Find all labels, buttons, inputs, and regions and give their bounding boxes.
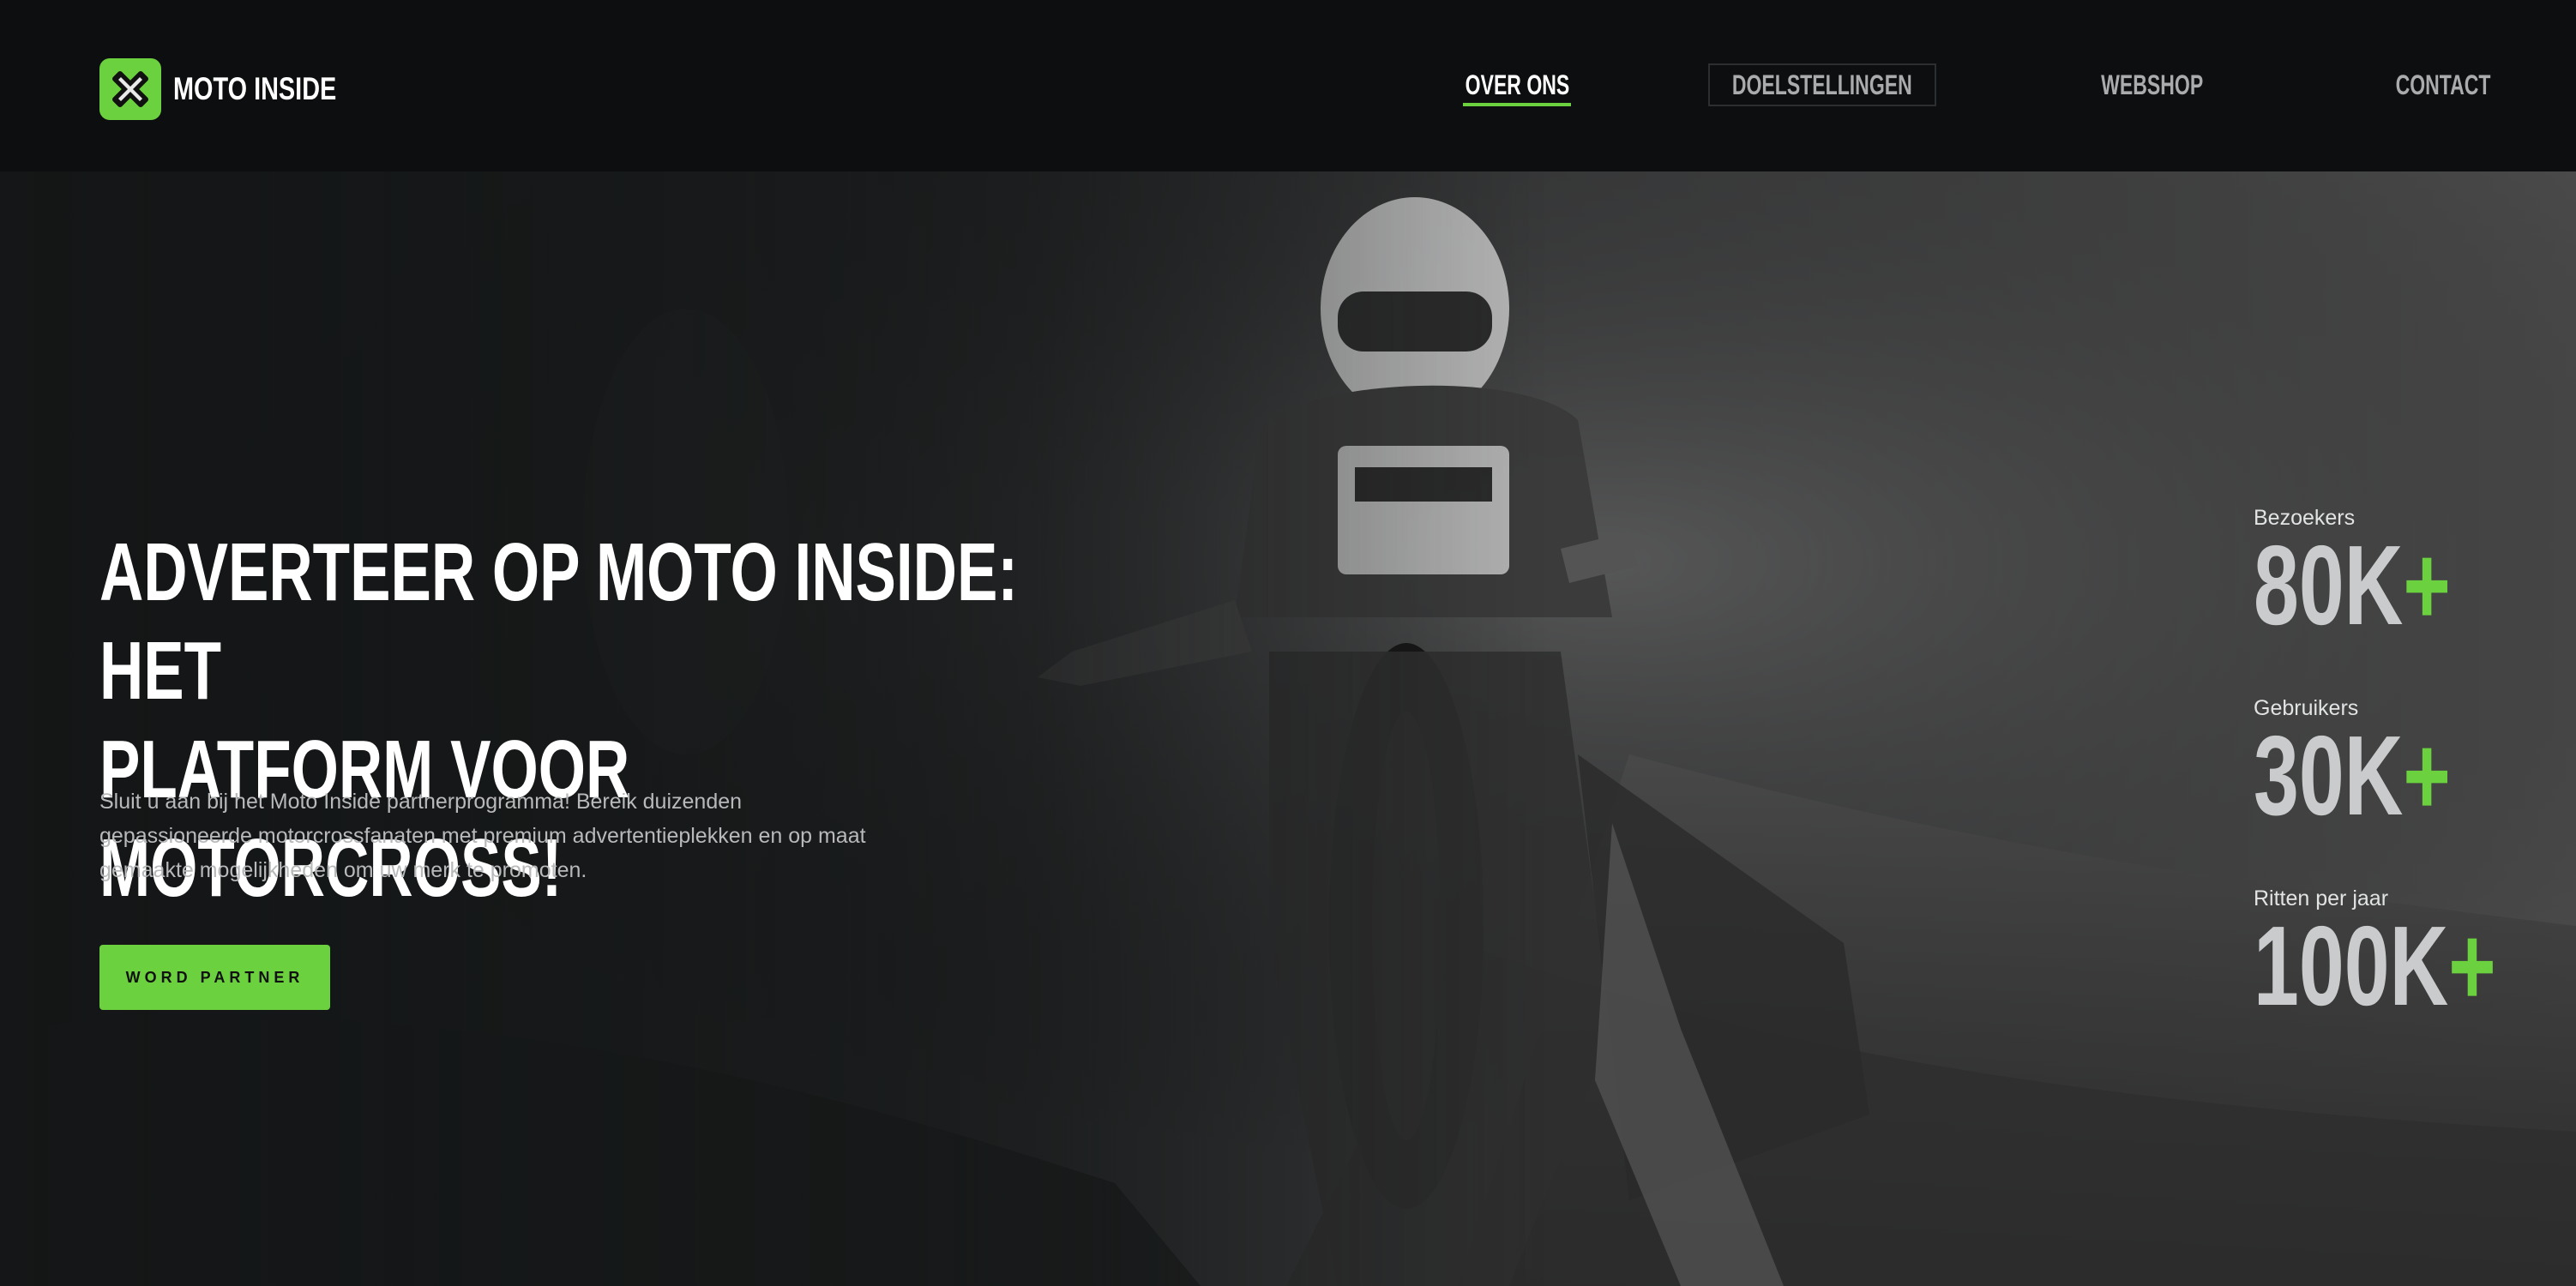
- stat-ritten-per-jaar: Ritten per jaar 100K+: [2254, 886, 2576, 1029]
- stat-bezoekers: Bezoekers 80K+: [2254, 506, 2527, 648]
- nav-item-contact[interactable]: CONTACT: [2392, 63, 2494, 106]
- nav-item-over-ons[interactable]: OVER ONS: [1463, 63, 1571, 106]
- hero-description: Sluit u aan bij het Moto Inside partnerp…: [99, 790, 866, 882]
- nav-item-webshop[interactable]: WEBSHOP: [2099, 63, 2206, 106]
- stat-plus: +: [2448, 903, 2496, 1029]
- brand-logo[interactable]: MOTO INSIDE: [99, 58, 382, 120]
- stat-gebruikers: Gebruikers 30K+: [2254, 696, 2527, 838]
- stat-plus: +: [2403, 712, 2451, 838]
- word-partner-button[interactable]: WORD PARTNER: [99, 945, 330, 1010]
- stat-plus: +: [2403, 522, 2451, 648]
- brand-name: MOTO INSIDE: [173, 71, 337, 106]
- hero-section: ADVERTEER OP MOTO INSIDE: HET PLATFORM V…: [0, 171, 2576, 1286]
- stat-value: 80K+: [2254, 522, 2451, 648]
- site-header: MOTO INSIDE OVER ONS DOELSTELLINGEN WEBS…: [0, 0, 2576, 171]
- nav-item-doelstellingen[interactable]: DOELSTELLINGEN: [1708, 63, 1936, 106]
- x-cross-logo-icon: [99, 58, 161, 120]
- stat-value: 30K+: [2254, 712, 2451, 838]
- hero-title-line1: ADVERTEER OP MOTO INSIDE: HET: [99, 526, 1019, 717]
- stat-value: 100K+: [2254, 903, 2496, 1029]
